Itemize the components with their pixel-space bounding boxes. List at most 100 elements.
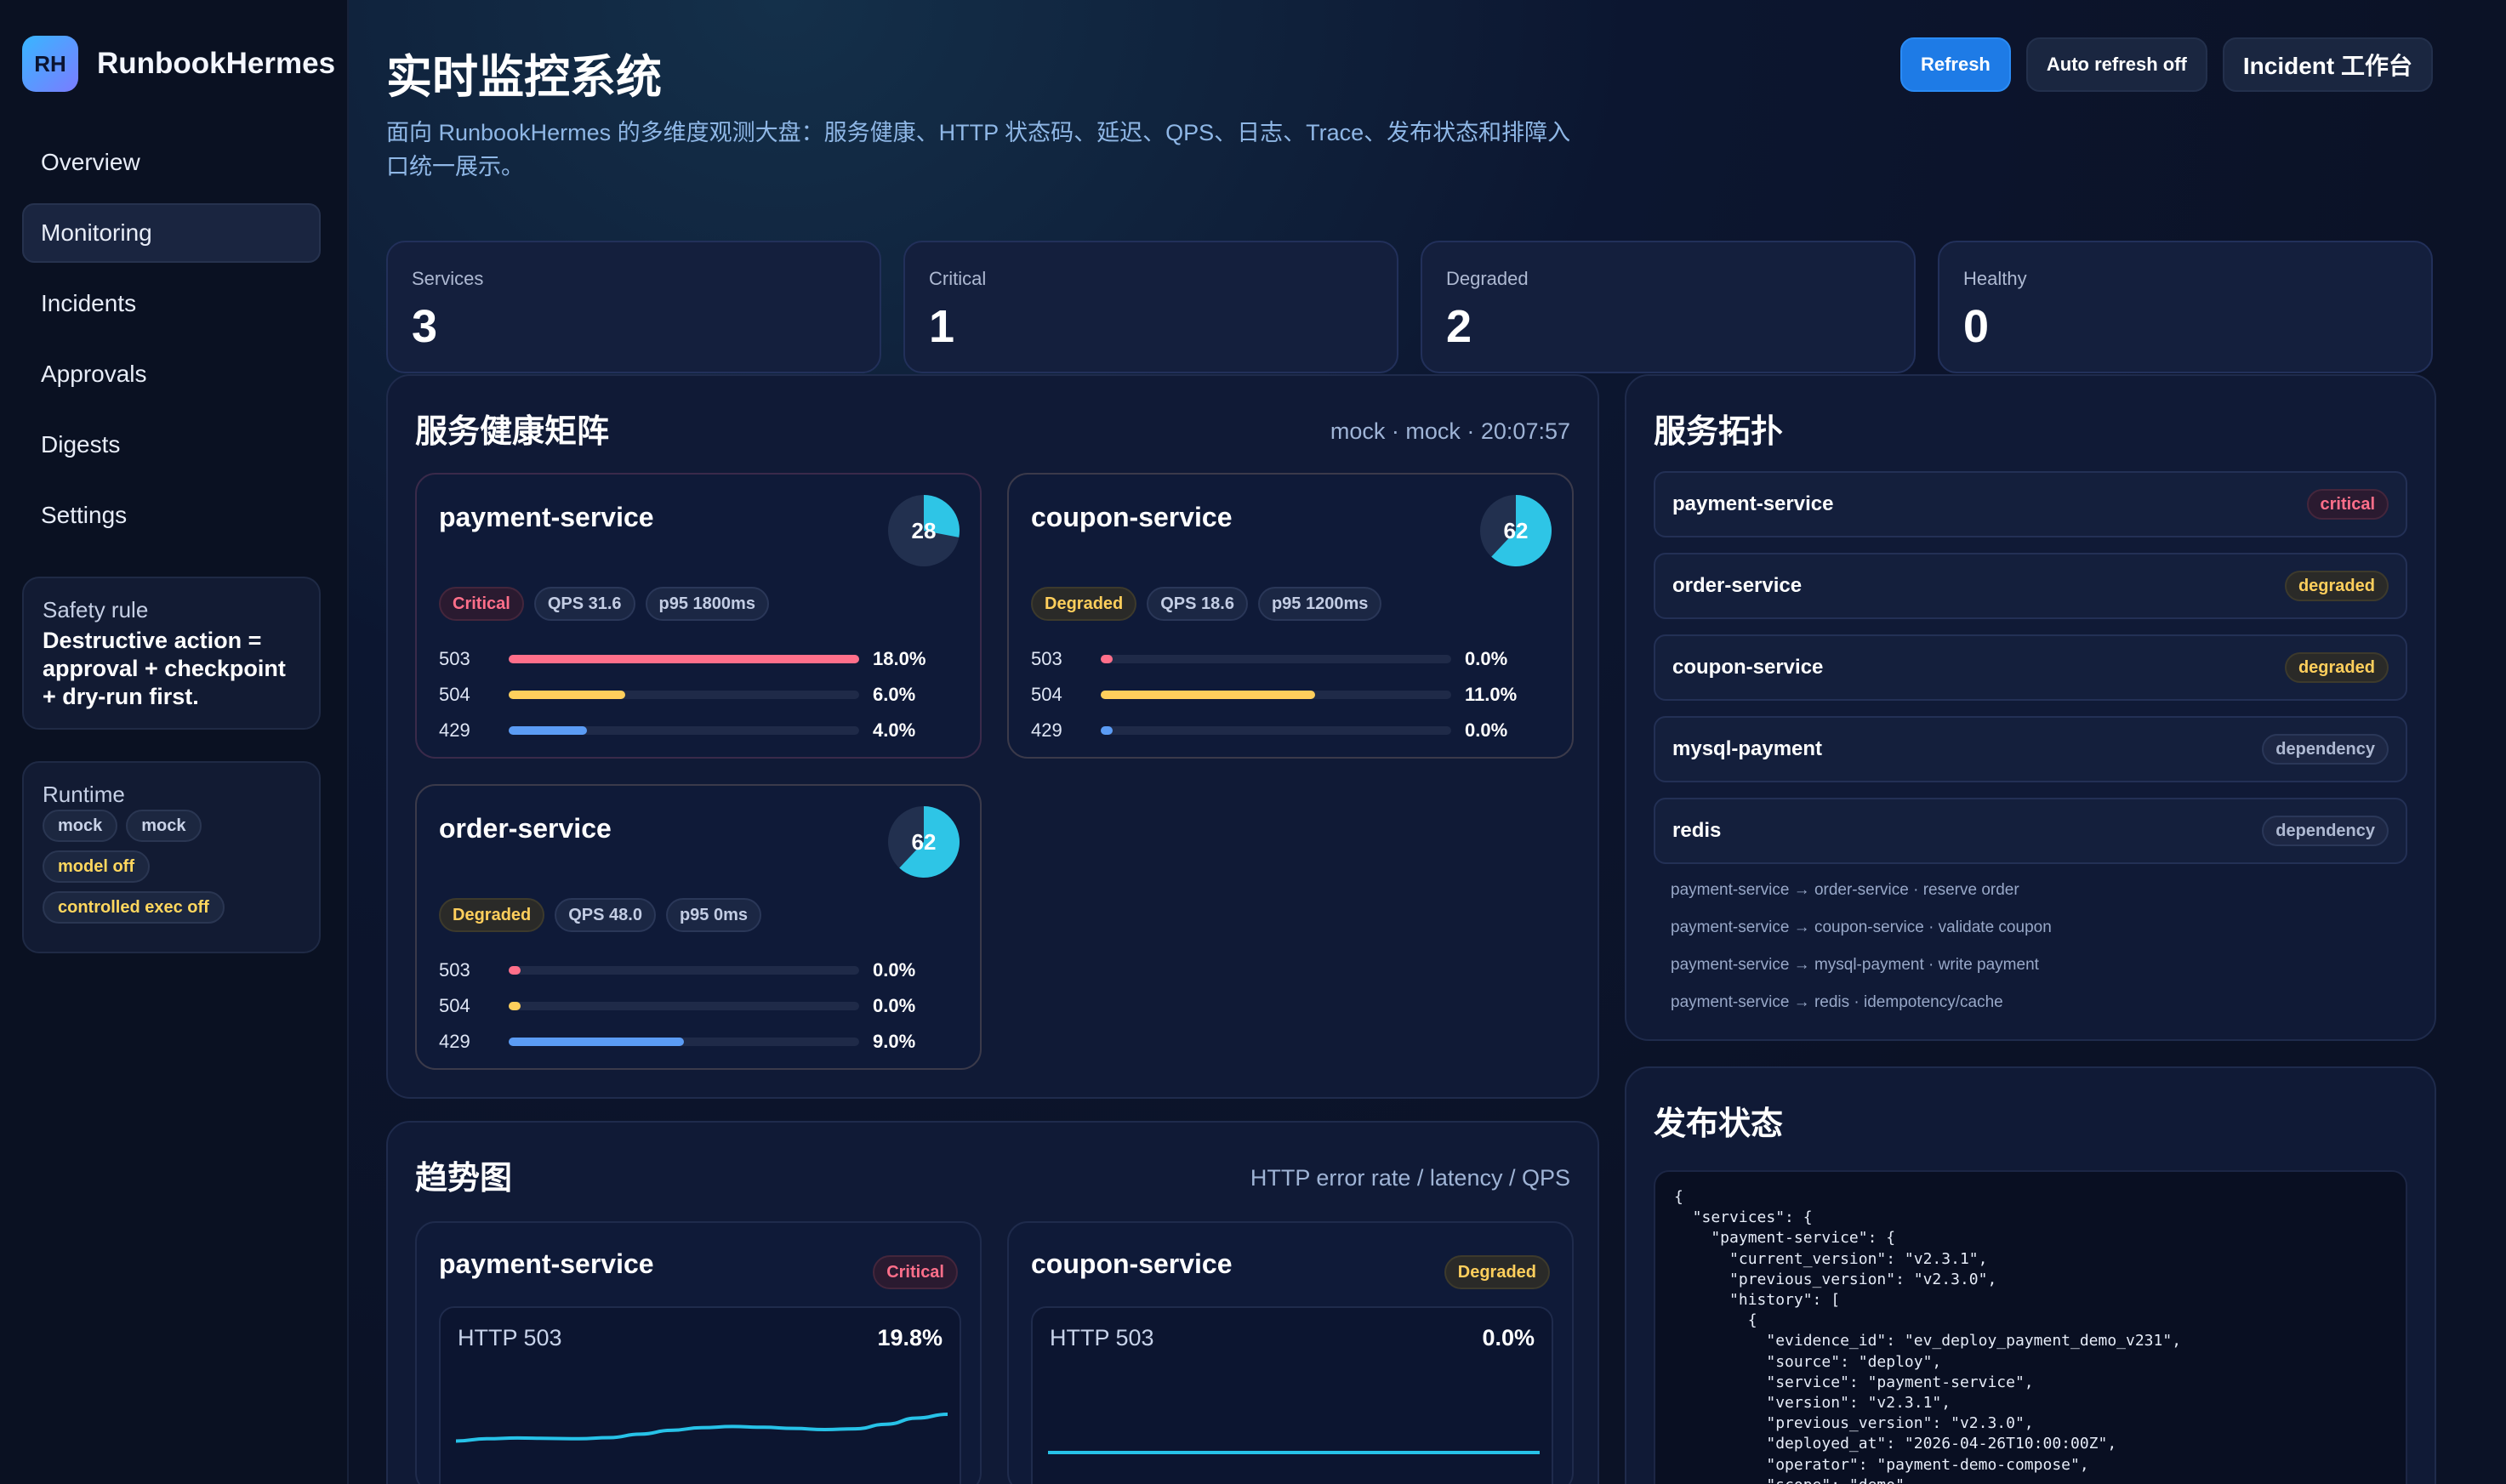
status-code-bar xyxy=(1101,691,1315,699)
status-code-row: 429 4.0% xyxy=(439,713,966,748)
service-card-order[interactable]: order-service 62 Degraded QPS 48.0 p95 0… xyxy=(415,784,982,1070)
topology-node[interactable]: redis dependency xyxy=(1654,798,2407,864)
topology-edge: payment-service → mysql-payment · write … xyxy=(1671,956,2039,974)
node-status-badge: dependency xyxy=(2262,734,2389,765)
topology-node[interactable]: mysql-payment dependency xyxy=(1654,716,2407,782)
status-badge: Critical xyxy=(439,587,524,621)
status-code-bar xyxy=(509,655,859,663)
node-status-badge: dependency xyxy=(2262,816,2389,846)
status-code-bar xyxy=(509,1038,684,1046)
status-code-track xyxy=(509,966,859,975)
stat-label: Critical xyxy=(929,268,987,289)
stat-label: Healthy xyxy=(1963,268,2027,289)
trend-metric-label: HTTP 503 xyxy=(458,1325,562,1350)
status-code-value: 0.0% xyxy=(873,995,916,1016)
service-name: order-service xyxy=(439,813,612,844)
status-code-value: 11.0% xyxy=(1465,684,1518,705)
stat-value: 1 xyxy=(929,301,955,352)
node-status-badge: critical xyxy=(2306,489,2389,520)
status-code-row: 504 11.0% xyxy=(1031,677,1558,713)
refresh-button[interactable]: Refresh xyxy=(1899,37,2011,92)
status-code-label: 429 xyxy=(439,719,470,741)
node-name: mysql-payment xyxy=(1672,737,1823,760)
trend-chart: HTTP 503 19.8% xyxy=(439,1306,961,1484)
status-code-bar xyxy=(509,966,521,975)
status-code-bar xyxy=(1101,726,1113,735)
sidebar-item-approvals[interactable]: Approvals xyxy=(22,344,321,404)
p95-badge: p95 1200ms xyxy=(1257,587,1382,621)
status-code-bars: 503 0.0% 504 11.0% 429 0.0% xyxy=(1031,641,1558,748)
topology-edge: payment-service → order-service · reserv… xyxy=(1671,881,2019,899)
status-code-row: 503 18.0% xyxy=(439,641,966,677)
node-status-badge: degraded xyxy=(2284,571,2389,601)
topology-panel: 服务拓扑 payment-service critical order-serv… xyxy=(1625,374,2436,1041)
incident-workbench-button[interactable]: Incident 工作台 xyxy=(2222,37,2433,92)
status-code-label: 504 xyxy=(439,995,470,1016)
health-score-value: 62 xyxy=(912,829,937,855)
qps-badge: QPS 18.6 xyxy=(1147,587,1248,621)
release-json-viewer[interactable]: { "services": { "payment-service": { "cu… xyxy=(1654,1170,2407,1484)
status-code-track xyxy=(509,726,859,735)
status-code-track xyxy=(509,691,859,699)
trend-card-payment[interactable]: payment-service Critical HTTP 503 19.8% xyxy=(415,1221,982,1484)
stat-value: 0 xyxy=(1963,301,1990,352)
runtime-pill-provider: mock xyxy=(126,810,202,842)
qps-badge: QPS 31.6 xyxy=(533,587,635,621)
trends-meta: HTTP error rate / latency / QPS xyxy=(1250,1165,1570,1191)
status-code-value: 18.0% xyxy=(873,648,926,669)
sidebar: RH RunbookHermes Overview Monitoring Inc… xyxy=(0,0,349,1484)
health-score-value: 62 xyxy=(1504,518,1529,543)
service-card-coupon[interactable]: coupon-service 62 Degraded QPS 18.6 p95 … xyxy=(1007,473,1574,759)
sidebar-item-incidents[interactable]: Incidents xyxy=(22,274,321,333)
top-actions: Refresh Auto refresh off Incident 工作台 xyxy=(1899,37,2433,92)
auto-refresh-button[interactable]: Auto refresh off xyxy=(2025,37,2207,92)
topology-node[interactable]: order-service degraded xyxy=(1654,553,2407,619)
health-score-gauge: 28 xyxy=(888,495,960,566)
status-code-bar xyxy=(509,726,587,735)
status-code-track xyxy=(1101,726,1451,735)
sidebar-item-settings[interactable]: Settings xyxy=(22,486,321,545)
trend-service-name: coupon-service xyxy=(1031,1248,1233,1279)
stat-degraded: Degraded 2 xyxy=(1421,241,1916,373)
service-card-payment[interactable]: payment-service 28 Critical QPS 31.6 p95… xyxy=(415,473,982,759)
status-code-row: 504 0.0% xyxy=(439,988,966,1024)
topology-edge: payment-service → coupon-service · valid… xyxy=(1671,918,2052,936)
status-code-label: 429 xyxy=(1031,719,1062,741)
stat-critical: Critical 1 xyxy=(903,241,1398,373)
status-code-bars: 503 0.0% 504 0.0% 429 9.0% xyxy=(439,952,966,1060)
sidebar-item-digests[interactable]: Digests xyxy=(22,415,321,475)
runtime-card: Runtime mock mock model off controlled e… xyxy=(22,761,321,953)
health-matrix-meta: mock · mock · 20:07:57 xyxy=(1330,418,1570,444)
status-code-label: 503 xyxy=(439,959,470,981)
trend-series-line xyxy=(456,1413,948,1443)
health-score-gauge: 62 xyxy=(1480,495,1552,566)
stat-healthy: Healthy 0 xyxy=(1938,241,2433,373)
main-content: 实时监控系统 面向 RunbookHermes 的多维度观测大盘：服务健康、HT… xyxy=(349,0,2506,1484)
brand[interactable]: RH RunbookHermes xyxy=(22,36,335,92)
runtime-pill-model: model off xyxy=(43,850,150,883)
status-code-value: 9.0% xyxy=(873,1031,916,1052)
sidebar-item-monitoring[interactable]: Monitoring xyxy=(22,203,321,263)
release-panel: 发布状态 { "services": { "payment-service": … xyxy=(1625,1066,2436,1484)
runtime-title: Runtime xyxy=(43,782,125,807)
page-subtitle: 面向 RunbookHermes 的多维度观测大盘：服务健康、HTTP 状态码、… xyxy=(386,120,1571,179)
status-badge: Degraded xyxy=(1444,1255,1550,1289)
safety-rule-title: Safety rule xyxy=(43,597,149,623)
status-code-row: 503 0.0% xyxy=(439,952,966,988)
page-title: 实时监控系统 xyxy=(386,52,662,103)
trend-service-name: payment-service xyxy=(439,1248,654,1279)
p95-badge: p95 1800ms xyxy=(645,587,769,621)
sidebar-item-overview[interactable]: Overview xyxy=(22,133,321,192)
status-code-value: 0.0% xyxy=(1465,719,1508,741)
topology-node[interactable]: payment-service critical xyxy=(1654,471,2407,537)
status-code-value: 4.0% xyxy=(873,719,916,741)
trend-card-coupon[interactable]: coupon-service Degraded HTTP 503 0.0% xyxy=(1007,1221,1574,1484)
status-code-track xyxy=(1101,655,1451,663)
health-score-value: 28 xyxy=(912,518,937,543)
stat-value: 2 xyxy=(1446,301,1472,352)
stat-value: 3 xyxy=(412,301,438,352)
service-name: payment-service xyxy=(439,502,654,532)
status-code-track xyxy=(509,1002,859,1010)
topology-node[interactable]: coupon-service degraded xyxy=(1654,634,2407,701)
status-code-bar xyxy=(509,691,626,699)
